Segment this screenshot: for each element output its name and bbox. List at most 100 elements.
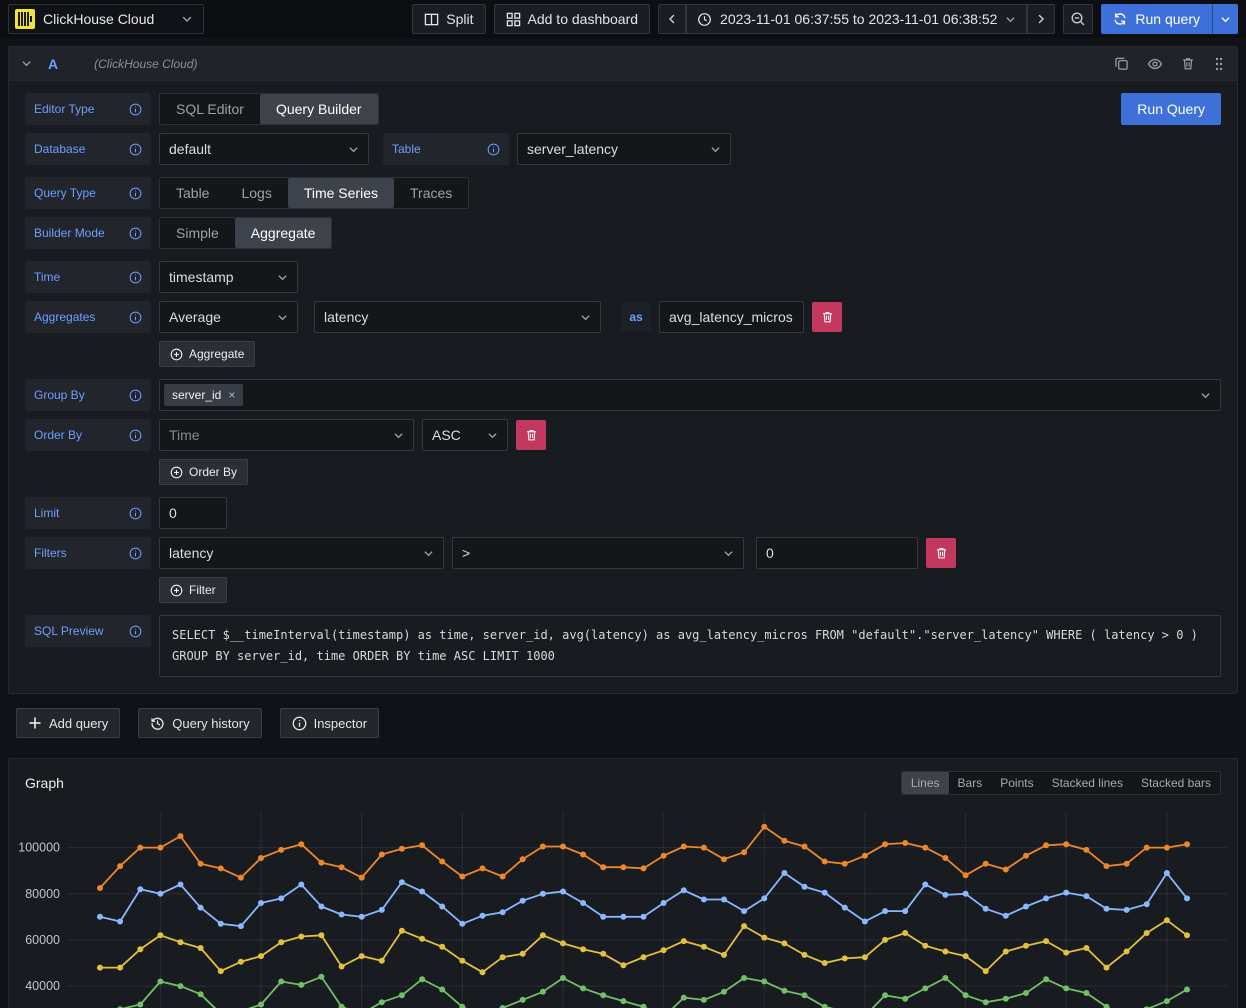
info-icon[interactable]: [129, 187, 142, 200]
remove-aggregate-button[interactable]: [812, 302, 842, 332]
query-type-traces[interactable]: Traces: [394, 178, 468, 208]
database-select[interactable]: default: [159, 133, 369, 165]
run-query-dropdown-button[interactable]: [1212, 4, 1238, 34]
query-type-time-series[interactable]: Time Series: [288, 178, 394, 208]
split-button[interactable]: Split: [412, 4, 485, 34]
filter-column-select[interactable]: latency: [159, 537, 444, 569]
editor-type-query-builder[interactable]: Query Builder: [260, 94, 378, 124]
graph-mode-stacked-lines[interactable]: Stacked lines: [1043, 772, 1132, 794]
info-icon[interactable]: [129, 143, 142, 156]
filter-operator-select[interactable]: >: [452, 537, 744, 569]
group-by-multiselect[interactable]: server_id×: [159, 379, 1221, 411]
zoom-out-button[interactable]: [1063, 4, 1093, 34]
graph-panel-title: Graph: [25, 775, 64, 791]
builder-mode-aggregate[interactable]: Aggregate: [235, 218, 332, 248]
time-range-button[interactable]: 2023-11-01 06:37:55 to 2023-11-01 06:38:…: [686, 4, 1027, 34]
time-column-select[interactable]: timestamp: [159, 261, 298, 293]
add-order-by-button[interactable]: Order By: [159, 459, 248, 485]
aggregate-column-select[interactable]: latency: [314, 301, 601, 333]
svg-text:80000: 80000: [25, 887, 60, 901]
field-label-limit: Limit: [25, 497, 151, 529]
field-label-builder-mode: Builder Mode: [25, 217, 151, 249]
info-icon[interactable]: [129, 227, 142, 240]
remove-order-by-button[interactable]: [516, 420, 546, 450]
time-shift-back-button[interactable]: [658, 4, 686, 34]
info-icon[interactable]: [129, 547, 142, 560]
field-label-database: Database: [25, 133, 151, 165]
hide-response-eye-icon[interactable]: [1147, 56, 1163, 72]
query-type-table[interactable]: Table: [160, 178, 225, 208]
order-by-field-select[interactable]: Time: [159, 419, 414, 451]
chevron-down-icon: [181, 13, 193, 25]
graph-mode-stacked-bars[interactable]: Stacked bars: [1132, 772, 1220, 794]
remove-query-trash-icon[interactable]: [1181, 56, 1195, 71]
graph-mode-bars[interactable]: Bars: [949, 772, 992, 794]
info-icon[interactable]: [129, 271, 142, 284]
inspector-button[interactable]: Inspector: [280, 708, 379, 738]
latency-time-series-chart: 2000040000600008000010000006:38:0006:38:…: [17, 805, 1231, 1008]
run-query-inline-button[interactable]: Run Query: [1121, 93, 1221, 125]
field-label-order-by: Order By: [25, 419, 151, 451]
group-by-chip-server-id[interactable]: server_id×: [164, 384, 243, 406]
datasource-hint: (ClickHouse Cloud): [94, 57, 197, 71]
apps-grid-icon: [506, 12, 521, 27]
run-query-split-button: Run query: [1101, 4, 1238, 34]
magnifier-minus-icon: [1070, 11, 1086, 27]
add-query-button[interactable]: Add query: [16, 708, 120, 738]
aggregate-alias-input[interactable]: avg_latency_micros: [659, 301, 804, 333]
field-label-sql-preview: SQL Preview: [25, 615, 151, 647]
info-icon[interactable]: [487, 143, 500, 156]
query-actions-row: Add query Query history Inspector: [0, 702, 1246, 750]
field-label-filters: Filters: [25, 537, 151, 569]
history-icon: [150, 716, 165, 731]
field-label-time: Time: [25, 261, 151, 293]
remove-filter-button[interactable]: [926, 538, 956, 568]
graph-mode-lines[interactable]: Lines: [902, 772, 949, 794]
editor-type-sql-editor[interactable]: SQL Editor: [160, 94, 260, 124]
add-to-dashboard-button[interactable]: Add to dashboard: [494, 4, 651, 34]
chevron-down-icon: [1200, 390, 1211, 401]
time-shift-forward-button[interactable]: [1027, 4, 1055, 34]
add-aggregate-button[interactable]: Aggregate: [159, 341, 255, 367]
info-circle-icon: [292, 716, 307, 731]
run-query-button[interactable]: Run query: [1101, 4, 1212, 34]
split-label: Split: [446, 11, 473, 27]
order-by-direction-select[interactable]: ASC: [422, 419, 508, 451]
svg-text:100000: 100000: [18, 841, 60, 855]
collapse-chevron-icon[interactable]: [21, 58, 32, 69]
query-row-header[interactable]: A (ClickHouse Cloud): [9, 47, 1237, 81]
time-range-text: 2023-11-01 06:37:55 to 2023-11-01 06:38:…: [720, 11, 997, 27]
info-icon[interactable]: [129, 625, 142, 638]
query-ref-id[interactable]: A: [48, 56, 58, 72]
field-label-aggregates: Aggregates: [25, 301, 151, 333]
field-label-editor-type: Editor Type: [25, 93, 151, 125]
editor-type-radio-group: SQL Editor Query Builder: [159, 93, 379, 125]
aggregate-function-select[interactable]: Average: [159, 301, 298, 333]
table-select[interactable]: server_latency: [517, 133, 731, 165]
info-icon[interactable]: [129, 311, 142, 324]
builder-mode-simple[interactable]: Simple: [160, 218, 235, 248]
builder-mode-radio-group: Simple Aggregate: [159, 217, 332, 249]
as-keyword-chip: as: [621, 303, 651, 331]
query-editor-panel: A (ClickHouse Cloud) Editor Type SQL Edi…: [8, 46, 1238, 694]
query-type-logs[interactable]: Logs: [225, 178, 287, 208]
svg-text:60000: 60000: [25, 933, 60, 947]
duplicate-query-icon[interactable]: [1114, 56, 1129, 71]
add-filter-button[interactable]: Filter: [159, 577, 227, 603]
info-icon[interactable]: [129, 103, 142, 116]
drag-handle-icon[interactable]: [1213, 56, 1225, 72]
query-history-button[interactable]: Query history: [138, 708, 261, 738]
clock-icon: [697, 12, 712, 27]
datasource-name: ClickHouse Cloud: [43, 11, 173, 27]
split-icon: [424, 12, 439, 27]
remove-chip-icon[interactable]: ×: [228, 388, 235, 402]
sql-preview-text: SELECT $__timeInterval(timestamp) as tim…: [159, 615, 1221, 677]
info-icon[interactable]: [129, 507, 142, 520]
info-icon[interactable]: [129, 429, 142, 442]
filter-value-input[interactable]: 0: [756, 537, 918, 569]
info-icon[interactable]: [129, 389, 142, 402]
graph-mode-points[interactable]: Points: [991, 772, 1042, 794]
sync-icon: [1113, 12, 1127, 26]
limit-input[interactable]: 0: [159, 497, 227, 529]
datasource-picker[interactable]: ClickHouse Cloud: [8, 4, 204, 34]
